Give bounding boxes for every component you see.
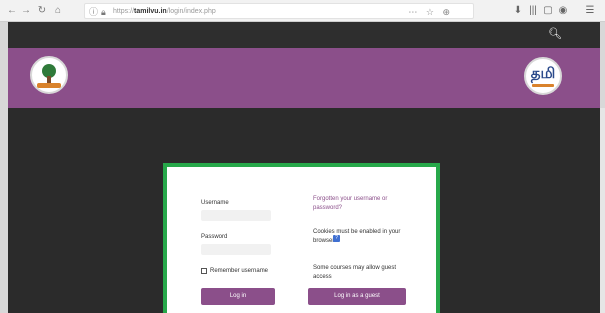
reload-icon[interactable]: ↻ — [36, 4, 48, 18]
address-bar[interactable]: ⓘ 🔒︎ https://tamilvu.in/login/index.php … — [84, 3, 474, 19]
site-logo-left[interactable] — [30, 56, 68, 94]
forgot-link-line2[interactable]: password? — [313, 204, 342, 212]
home-icon[interactable]: ⌂ — [52, 4, 64, 18]
username-label: Username — [201, 200, 229, 206]
remember-label: Remember username — [210, 268, 269, 274]
login-button[interactable]: Log in — [201, 288, 275, 305]
extension-icon[interactable]: ◉ — [557, 4, 569, 18]
lock-icon: 🔒︎ — [101, 7, 106, 17]
guest-notice-line2: access — [313, 274, 332, 280]
logo-right-strip — [532, 84, 554, 87]
guest-login-button[interactable]: Log in as a guest — [308, 288, 406, 305]
url-domain: tamilvu.in — [134, 8, 167, 15]
page-info-icon[interactable]: ⓘ — [89, 6, 98, 18]
sidebar-icon[interactable]: ▢ — [542, 4, 554, 18]
login-card: Username Password Remember username Log … — [163, 163, 440, 313]
site-header: தமி — [8, 48, 600, 108]
logo-right-text: தமி — [530, 64, 556, 82]
site-logo-right[interactable]: தமி — [524, 57, 562, 95]
url-text[interactable]: https://tamilvu.in/login/index.php — [113, 6, 216, 18]
url-path: /login/index.php — [166, 8, 216, 15]
forgot-link-line1[interactable]: Forgotten your username or — [313, 195, 387, 203]
forward-icon[interactable]: → — [20, 4, 32, 18]
logo-ribbon — [37, 83, 61, 88]
back-icon[interactable]: ← — [6, 4, 18, 18]
help-icon[interactable]: ? — [333, 235, 340, 242]
password-label: Password — [201, 234, 228, 240]
scrollbar[interactable] — [600, 108, 605, 313]
password-input[interactable] — [201, 244, 271, 255]
url-prefix: https:// — [113, 8, 135, 15]
search-icon[interactable]: 🔍︎ — [548, 27, 562, 41]
browser-toolbar: ← → ↻ ⌂ ⓘ 🔒︎ https://tamilvu.in/login/in… — [0, 0, 605, 22]
menu-icon[interactable]: ☰ — [584, 4, 596, 18]
username-input[interactable] — [201, 210, 271, 221]
site-navbar: 🔍︎ — [8, 22, 600, 48]
download-icon[interactable]: ⬇ — [512, 4, 524, 18]
cookies-notice-line1: Cookies must be enabled in your — [313, 229, 401, 235]
guest-notice-line1: Some courses may allow guest — [313, 265, 397, 271]
cookies-notice-line2: browser — [313, 238, 335, 244]
library-icon[interactable]: ||| — [527, 4, 539, 18]
remember-checkbox[interactable] — [201, 268, 207, 274]
url-actions-icon[interactable]: ⋯ ☆ ⊕ — [408, 6, 453, 18]
